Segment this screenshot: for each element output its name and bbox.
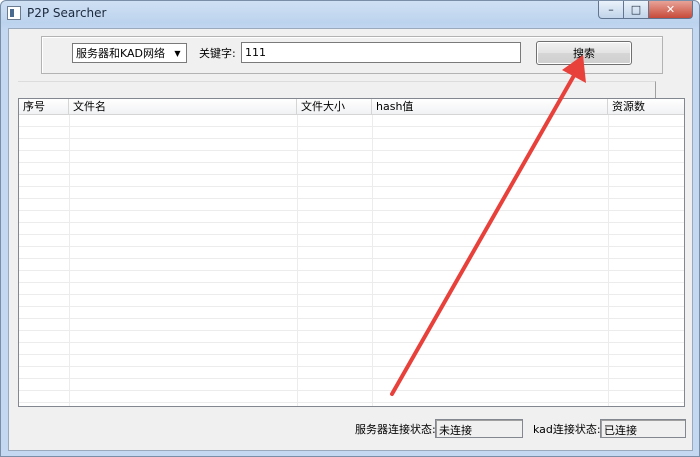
window-title: P2P Searcher <box>27 6 107 20</box>
network-select[interactable]: 服务器和KAD网络 ▼ <box>72 43 187 63</box>
tab-strip <box>18 81 656 98</box>
server-status-value: 未连接 <box>439 424 472 437</box>
minimize-button[interactable]: – <box>598 1 624 19</box>
column-header-hash[interactable]: hash值 <box>372 99 608 115</box>
kad-status-field: 已连接 <box>600 419 686 438</box>
kad-status-value: 已连接 <box>604 424 637 437</box>
table-rows <box>19 115 684 406</box>
kad-status-label: kad连接状态: <box>533 423 601 436</box>
column-divider <box>608 115 609 406</box>
keyword-input[interactable] <box>241 42 521 63</box>
results-table[interactable]: 序号 文件名 文件大小 hash值 资源数 <box>18 98 685 407</box>
close-icon: ✕ <box>665 3 676 16</box>
server-status-field: 未连接 <box>435 419 523 438</box>
minimize-icon: – <box>608 3 614 16</box>
title-bar[interactable]: P2P Searcher – □ ✕ <box>1 1 699 27</box>
column-divider <box>69 115 70 406</box>
column-header-index[interactable]: 序号 <box>19 99 69 115</box>
keyword-label: 关键字: <box>199 47 236 60</box>
server-status-label: 服务器连接状态: <box>355 423 436 436</box>
table-header: 序号 文件名 文件大小 hash值 资源数 <box>19 99 684 115</box>
column-header-sources[interactable]: 资源数 <box>608 99 684 115</box>
network-select-value: 服务器和KAD网络 <box>76 47 166 60</box>
column-divider <box>297 115 298 406</box>
column-header-filesize[interactable]: 文件大小 <box>297 99 372 115</box>
column-header-filename[interactable]: 文件名 <box>69 99 297 115</box>
app-window: P2P Searcher – □ ✕ 服务器和KAD网络 ▼ 关键字: 搜索 序… <box>0 0 700 457</box>
close-button[interactable]: ✕ <box>649 1 693 19</box>
column-divider <box>372 115 373 406</box>
search-button[interactable]: 搜索 <box>536 41 632 65</box>
client-area: 服务器和KAD网络 ▼ 关键字: 搜索 序号 文件名 文件大小 hash值 资源… <box>8 28 693 451</box>
search-button-label: 搜索 <box>573 47 595 60</box>
maximize-icon: □ <box>630 3 642 16</box>
app-icon <box>7 6 21 20</box>
chevron-down-icon[interactable]: ▼ <box>171 46 184 60</box>
maximize-button[interactable]: □ <box>624 1 649 19</box>
window-controls: – □ ✕ <box>598 1 693 21</box>
